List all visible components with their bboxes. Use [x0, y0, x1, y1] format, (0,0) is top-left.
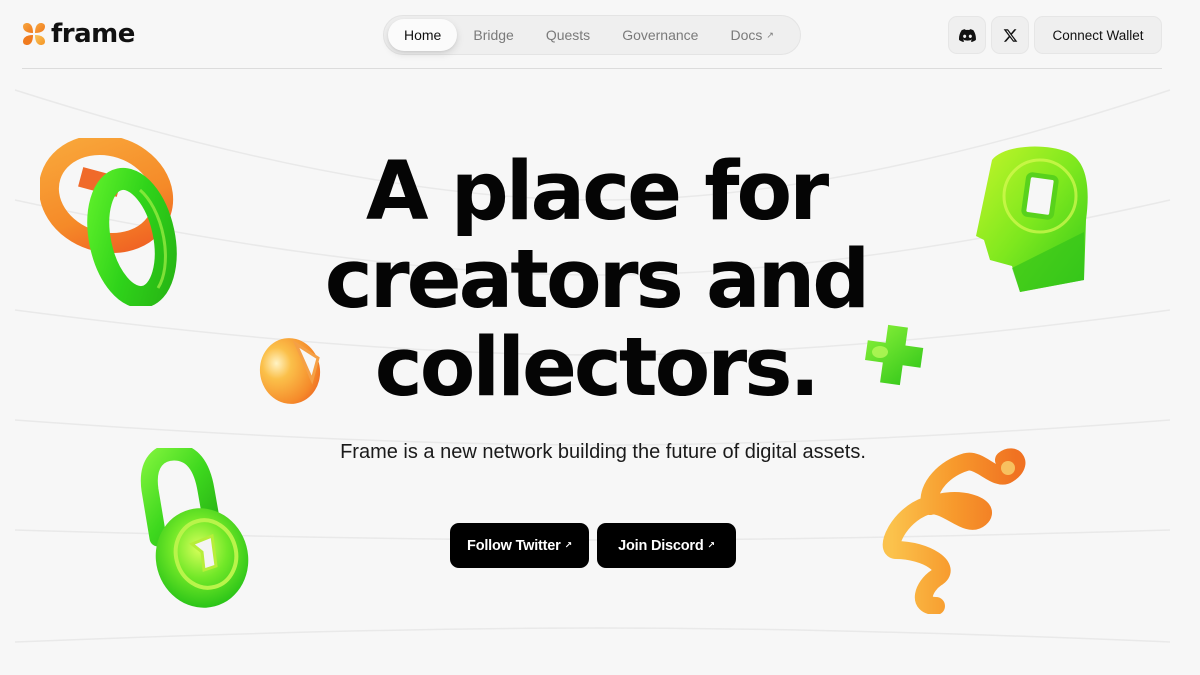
follow-twitter-button[interactable]: Follow Twitter ↗ [450, 523, 589, 568]
discord-icon [958, 28, 976, 42]
join-discord-button[interactable]: Join Discord ↗ [597, 523, 736, 568]
x-twitter-button[interactable] [991, 16, 1029, 54]
header-divider [22, 68, 1162, 69]
external-link-icon: ↗ [707, 540, 716, 550]
nav-quests[interactable]: Quests [530, 19, 606, 51]
hero-title-line-2: creators and [324, 233, 871, 327]
green-padlock-icon [140, 448, 249, 608]
connect-wallet-button[interactable]: Connect Wallet [1034, 16, 1162, 54]
logo-link[interactable]: frame [22, 19, 135, 49]
hero-title-line-3: collectors. [374, 321, 820, 415]
nav-home-label: Home [404, 27, 442, 43]
hero-title-line-1: A place for [365, 145, 829, 239]
nav-docs-label: Docs [730, 27, 763, 43]
orange-spring-icon [882, 448, 1026, 614]
interlocked-rings-icon [40, 138, 177, 306]
main-nav: Home Bridge Quests Governance Docs ↗ [383, 15, 801, 55]
discord-button[interactable] [948, 16, 986, 54]
orange-egg-icon [259, 338, 321, 404]
join-discord-label: Join Discord [618, 537, 704, 554]
nav-home[interactable]: Home [388, 19, 458, 51]
logo-wordmark: frame [51, 19, 135, 49]
external-link-icon: ↗ [766, 30, 774, 40]
connect-wallet-label: Connect Wallet [1052, 27, 1144, 43]
nav-quests-label: Quests [545, 27, 591, 43]
four-petal-flower-icon [23, 23, 45, 45]
hero-subtitle: Frame is a new network building the futu… [340, 441, 866, 463]
hero-title: A place for creators and collectors. [300, 148, 892, 412]
nav-governance[interactable]: Governance [606, 19, 714, 51]
nav-docs[interactable]: Docs ↗ [714, 19, 789, 51]
nav-bridge-label: Bridge [473, 27, 514, 43]
green-head-icon [976, 146, 1088, 292]
site-header: frame Home Bridge Quests Governance Docs… [0, 0, 1200, 70]
green-cross-icon [865, 324, 924, 386]
x-logo-icon [1003, 28, 1017, 42]
nav-governance-label: Governance [622, 27, 699, 43]
cta-group: Follow Twitter ↗ Join Discord ↗ [450, 523, 736, 568]
external-link-icon: ↗ [564, 540, 573, 550]
follow-twitter-label: Follow Twitter [467, 537, 561, 554]
nav-bridge[interactable]: Bridge [457, 19, 529, 51]
